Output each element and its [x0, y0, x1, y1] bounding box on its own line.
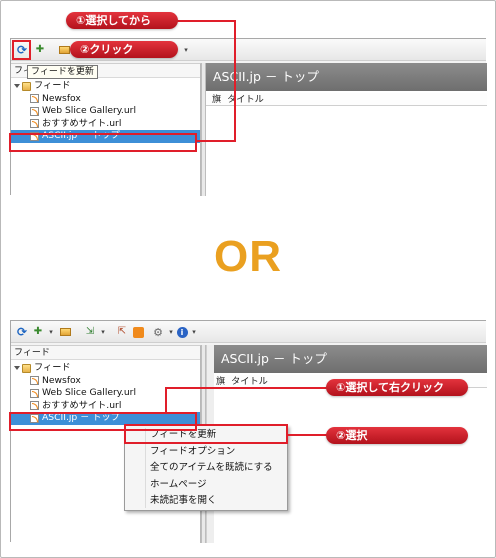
connector-line [234, 20, 236, 142]
export-icon[interactable]: ⇱ [115, 325, 129, 339]
top-feed-tree: フィ フィード Newsfox Web Slice Gallery.url おす… [11, 63, 201, 196]
add-feed-icon[interactable]: ✚ [33, 43, 47, 57]
tree-node-web-slice[interactable]: Web Slice Gallery.url [14, 105, 200, 118]
expand-triangle-icon[interactable] [14, 84, 20, 89]
folder-icon[interactable] [58, 325, 72, 339]
column-title[interactable]: タイトル [231, 376, 268, 387]
tree-node-feed-folder[interactable]: フィード [14, 362, 200, 375]
rss-icon [30, 94, 39, 104]
tree-node-recommended[interactable]: おすすめサイト.url [14, 118, 200, 131]
import-icon[interactable]: ⇲ [83, 325, 97, 339]
rss-icon [30, 106, 39, 116]
callout-choose: ②選択 [326, 427, 468, 444]
chevron-down-icon[interactable]: ▾ [187, 325, 201, 339]
connector-line [174, 20, 236, 22]
pane-title: ASCII.jp － トップ [214, 345, 487, 373]
callout-click: ②クリック [70, 41, 178, 58]
column-flag[interactable]: 旗 [216, 376, 225, 387]
rss-icon[interactable] [131, 325, 145, 339]
top-window: ⟳ ✚ ▾ フィ フィード Newsfox Web Slice Gallery.… [10, 38, 487, 196]
rss-icon [30, 388, 39, 398]
refresh-highlight [12, 40, 31, 60]
menu-item-feed-options[interactable]: フィードオプション [125, 444, 287, 461]
tree-node-recommended[interactable]: おすすめサイト.url [14, 400, 200, 413]
bottom-toolbar: ⟳ ✚ ▾ ⇲ ▾ ⇱ ⚙ ▾ i ▾ [11, 321, 486, 343]
connector-line [288, 434, 328, 436]
gear-icon[interactable]: ⚙ [151, 325, 165, 339]
connector-line [196, 140, 236, 142]
menu-item-mark-all-read[interactable]: 全てのアイテムを既読にする [125, 460, 287, 477]
menu-item-highlight [124, 424, 288, 444]
or-label: OR [214, 232, 282, 281]
menu-item-homepage[interactable]: ホームページ [125, 477, 287, 494]
expand-triangle-icon[interactable] [14, 366, 20, 371]
menu-item-open-unread[interactable]: 未読記事を開く [125, 493, 287, 510]
top-article-pane: ASCII.jp － トップ 旗 タイトル [206, 63, 487, 196]
column-flag[interactable]: 旗 [212, 94, 221, 105]
folder-icon [22, 363, 31, 373]
folder-icon [22, 81, 31, 91]
selection-highlight [9, 133, 197, 152]
tree-node-newsfox[interactable]: Newsfox [14, 375, 200, 388]
column-title[interactable]: タイトル [227, 94, 264, 105]
refresh-icon[interactable]: ⟳ [15, 325, 29, 339]
chevron-down-icon[interactable]: ▾ [44, 325, 58, 339]
refresh-tooltip: フィードを更新 [27, 65, 98, 79]
column-header[interactable]: 旗 タイトル [206, 93, 487, 106]
rss-icon [30, 401, 39, 411]
folder-icon[interactable] [57, 43, 71, 57]
rss-icon [30, 376, 39, 386]
chevron-down-icon[interactable]: ▾ [96, 325, 110, 339]
connector-line [165, 387, 167, 413]
tree-node-feed-folder[interactable]: フィード [14, 80, 200, 93]
tree-header: フィード [11, 346, 200, 360]
chevron-down-icon[interactable]: ▾ [179, 43, 193, 57]
callout-select-first: ①選択してから [66, 12, 178, 29]
pane-title: ASCII.jp － トップ [206, 63, 487, 91]
callout-select-right-click: ①選択して右クリック [326, 379, 468, 396]
rss-icon [30, 119, 39, 129]
tree-node-newsfox[interactable]: Newsfox [14, 93, 200, 106]
connector-line [165, 387, 327, 389]
add-feed-icon[interactable]: ✚ [31, 325, 45, 339]
